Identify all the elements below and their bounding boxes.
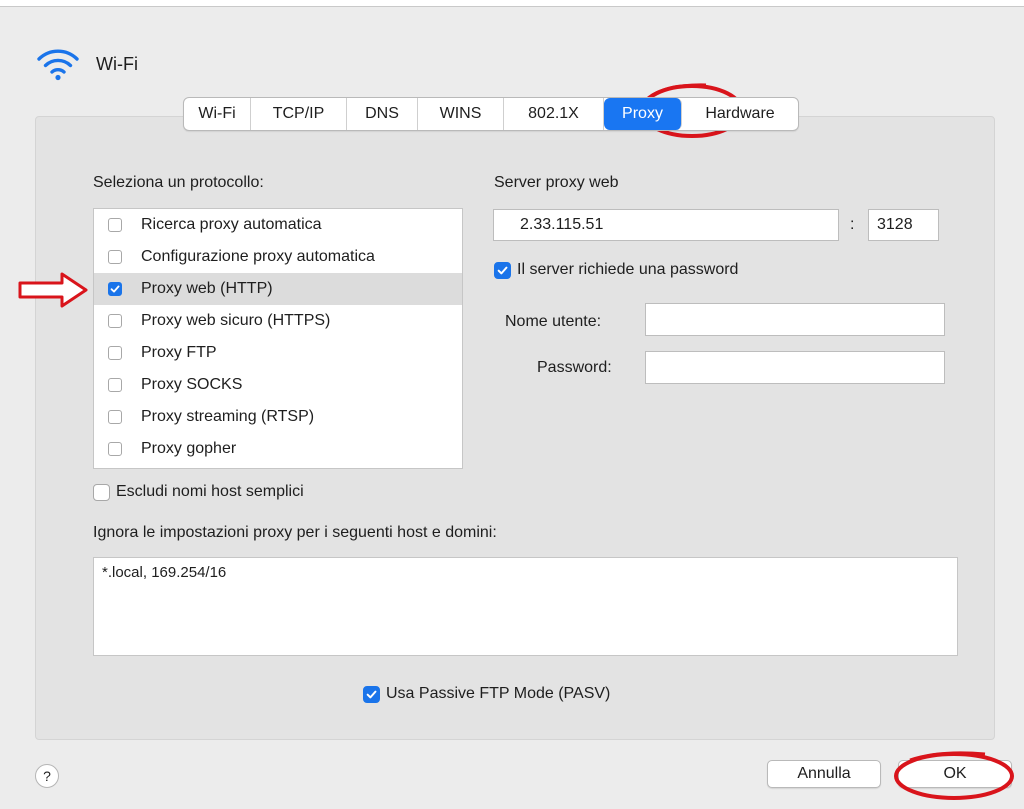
cancel-button[interactable]: Annulla xyxy=(767,760,881,788)
protocol-item-label: Proxy FTP xyxy=(141,344,217,361)
protocol-item-label: Proxy web sicuro (HTTPS) xyxy=(141,312,331,329)
protocol-item-gopher[interactable]: Proxy gopher xyxy=(94,433,462,465)
username-label: Nome utente: xyxy=(505,313,602,330)
password-label: Password: xyxy=(537,359,612,376)
protocol-item-auto-config[interactable]: Configurazione proxy automatica xyxy=(94,241,462,273)
checkmark-icon xyxy=(366,690,377,698)
tab-hardware[interactable]: Hardware xyxy=(682,98,798,130)
protocol-list-label: Seleziona un protocollo: xyxy=(93,174,264,191)
window-top-edge xyxy=(0,0,1024,7)
passive-ftp-label: Usa Passive FTP Mode (PASV) xyxy=(386,685,611,702)
checkmark-icon xyxy=(497,266,508,274)
exclude-simple-hosts-checkbox[interactable] xyxy=(93,483,110,501)
protocol-checkbox[interactable] xyxy=(108,314,122,328)
protocol-list[interactable]: Ricerca proxy automatica Configurazione … xyxy=(93,208,463,469)
window-header: Wi-Fi xyxy=(36,44,138,84)
tab-bar: Wi-Fi TCP/IP DNS WINS 802.1X Proxy Hardw… xyxy=(183,97,799,131)
port-separator: : xyxy=(850,216,855,233)
wifi-icon xyxy=(36,47,80,81)
requires-password-checkbox[interactable] xyxy=(494,261,511,279)
protocol-checkbox[interactable] xyxy=(108,410,122,424)
protocol-item-rtsp[interactable]: Proxy streaming (RTSP) xyxy=(94,401,462,433)
protocol-item-label: Proxy SOCKS xyxy=(141,376,243,393)
exclude-simple-hosts-row[interactable]: Escludi nomi host semplici xyxy=(93,483,304,501)
exclude-simple-hosts-label: Escludi nomi host semplici xyxy=(116,483,304,500)
protocol-item-label: Configurazione proxy automatica xyxy=(141,248,375,265)
protocol-item-label: Proxy streaming (RTSP) xyxy=(141,408,315,425)
tab-8021x[interactable]: 802.1X xyxy=(504,98,604,130)
passive-ftp-row[interactable]: Usa Passive FTP Mode (PASV) xyxy=(363,685,610,703)
bypass-label: Ignora le impostazioni proxy per i segue… xyxy=(93,524,497,541)
protocol-item-socks[interactable]: Proxy SOCKS xyxy=(94,369,462,401)
bypass-hosts-textarea[interactable]: *.local, 169.254/16 xyxy=(93,557,958,656)
protocol-item-auto-discovery[interactable]: Ricerca proxy automatica xyxy=(94,209,462,241)
protocol-item-label: Ricerca proxy automatica xyxy=(141,216,322,233)
username-input[interactable] xyxy=(645,303,945,336)
requires-password-checkbox-row[interactable]: Il server richiede una password xyxy=(494,261,738,279)
help-button[interactable]: ? xyxy=(35,764,59,788)
server-label: Server proxy web xyxy=(494,174,619,191)
ok-button[interactable]: OK xyxy=(898,760,1012,788)
server-address-input[interactable]: 2.33.115.51 xyxy=(493,209,839,241)
tab-dns[interactable]: DNS xyxy=(347,98,418,130)
protocol-checkbox[interactable] xyxy=(108,250,122,264)
tab-wifi[interactable]: Wi-Fi xyxy=(184,98,251,130)
protocol-checkbox[interactable] xyxy=(108,282,122,296)
protocol-item-label: Proxy web (HTTP) xyxy=(141,280,273,297)
protocol-item-https[interactable]: Proxy web sicuro (HTTPS) xyxy=(94,305,462,337)
protocol-checkbox[interactable] xyxy=(108,218,122,232)
passive-ftp-checkbox[interactable] xyxy=(363,685,380,703)
tab-tcpip[interactable]: TCP/IP xyxy=(251,98,347,130)
protocol-checkbox[interactable] xyxy=(108,442,122,456)
tab-proxy[interactable]: Proxy xyxy=(604,98,682,130)
protocol-checkbox[interactable] xyxy=(108,378,122,392)
tab-wins[interactable]: WINS xyxy=(418,98,504,130)
password-input[interactable] xyxy=(645,351,945,384)
protocol-item-label: Proxy gopher xyxy=(141,440,237,457)
requires-password-label: Il server richiede una password xyxy=(517,261,739,278)
window-title: Wi-Fi xyxy=(96,53,138,74)
checkmark-icon xyxy=(110,285,120,293)
protocol-checkbox[interactable] xyxy=(108,346,122,360)
protocol-item-ftp[interactable]: Proxy FTP xyxy=(94,337,462,369)
protocol-item-http[interactable]: Proxy web (HTTP) xyxy=(94,273,462,305)
server-port-input[interactable]: 3128 xyxy=(868,209,939,241)
